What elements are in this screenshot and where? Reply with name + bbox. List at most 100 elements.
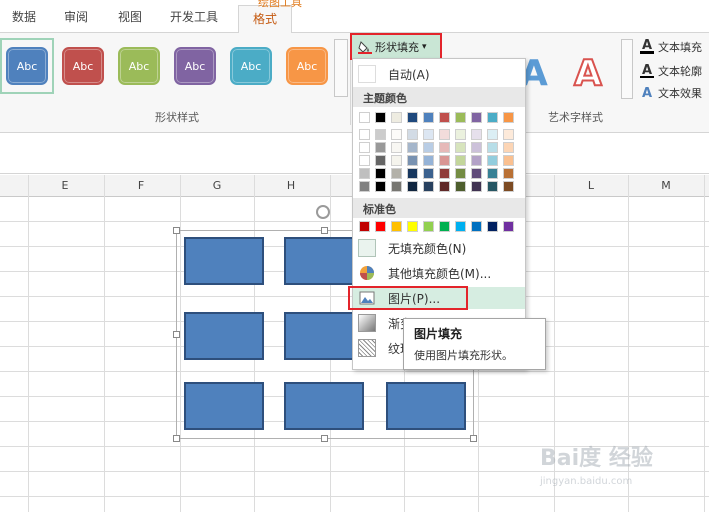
shape-style-swatch[interactable]: Abc bbox=[6, 47, 48, 85]
theme-color-cell[interactable] bbox=[423, 112, 434, 123]
standard-color-cell[interactable] bbox=[391, 221, 402, 232]
standard-color-cell[interactable] bbox=[487, 221, 498, 232]
theme-color-cell[interactable] bbox=[359, 181, 370, 192]
text-outline-command[interactable]: A 文本轮廓 bbox=[640, 63, 702, 79]
resize-handle[interactable] bbox=[321, 435, 328, 442]
column-header[interactable]: L bbox=[553, 179, 629, 192]
theme-color-cell[interactable] bbox=[471, 129, 482, 140]
rectangle-shape[interactable] bbox=[386, 382, 466, 430]
theme-color-cell[interactable] bbox=[423, 142, 434, 153]
theme-color-cell[interactable] bbox=[359, 129, 370, 140]
theme-color-cell[interactable] bbox=[471, 112, 482, 123]
theme-color-cell[interactable] bbox=[503, 181, 514, 192]
theme-color-cell[interactable] bbox=[375, 181, 386, 192]
wordart-gallery-scrollbar[interactable] bbox=[621, 39, 633, 99]
style-gallery-scrollbar[interactable] bbox=[334, 39, 348, 97]
shape-style-swatch[interactable]: Abc bbox=[118, 47, 160, 85]
theme-color-cell[interactable] bbox=[375, 112, 386, 123]
theme-color-cell[interactable] bbox=[439, 142, 450, 153]
text-fill-command[interactable]: A 文本填充 bbox=[640, 38, 702, 55]
standard-color-cell[interactable] bbox=[359, 221, 370, 232]
resize-handle[interactable] bbox=[321, 227, 328, 234]
standard-color-cell[interactable] bbox=[471, 221, 482, 232]
theme-color-cell[interactable] bbox=[487, 155, 498, 166]
theme-color-cell[interactable] bbox=[423, 168, 434, 179]
theme-color-cell[interactable] bbox=[391, 181, 402, 192]
standard-color-cell[interactable] bbox=[503, 221, 514, 232]
tab-data[interactable]: 数据 bbox=[12, 8, 36, 25]
theme-color-cell[interactable] bbox=[391, 129, 402, 140]
menu-item-no-fill[interactable]: 无填充颜色(N) bbox=[353, 237, 525, 259]
theme-color-cell[interactable] bbox=[455, 168, 466, 179]
theme-color-cell[interactable] bbox=[407, 168, 418, 179]
theme-color-cell[interactable] bbox=[471, 168, 482, 179]
shape-style-swatch[interactable]: Abc bbox=[230, 47, 272, 85]
theme-color-cell[interactable] bbox=[503, 112, 514, 123]
standard-color-cell[interactable] bbox=[423, 221, 434, 232]
theme-color-cell[interactable] bbox=[359, 112, 370, 123]
theme-color-cell[interactable] bbox=[407, 129, 418, 140]
resize-handle[interactable] bbox=[173, 227, 180, 234]
theme-color-cell[interactable] bbox=[391, 155, 402, 166]
theme-color-cell[interactable] bbox=[391, 112, 402, 123]
theme-color-cell[interactable] bbox=[391, 142, 402, 153]
theme-color-cell[interactable] bbox=[487, 181, 498, 192]
theme-color-cell[interactable] bbox=[439, 129, 450, 140]
rectangle-shape[interactable] bbox=[184, 237, 264, 285]
resize-handle[interactable] bbox=[470, 435, 477, 442]
text-effects-command[interactable]: A 文本效果 bbox=[640, 85, 702, 101]
standard-color-cell[interactable] bbox=[439, 221, 450, 232]
shape-style-swatch[interactable]: Abc bbox=[286, 47, 328, 85]
column-header[interactable]: H bbox=[253, 179, 329, 192]
theme-color-cell[interactable] bbox=[423, 181, 434, 192]
rotate-handle[interactable] bbox=[316, 205, 330, 219]
menu-item-more-colors[interactable]: 其他填充颜色(M)... bbox=[353, 262, 525, 284]
theme-color-cell[interactable] bbox=[359, 168, 370, 179]
resize-handle[interactable] bbox=[173, 331, 180, 338]
theme-color-cell[interactable] bbox=[487, 168, 498, 179]
theme-color-cell[interactable] bbox=[471, 142, 482, 153]
theme-color-cell[interactable] bbox=[487, 129, 498, 140]
theme-color-cell[interactable] bbox=[487, 112, 498, 123]
theme-color-cell[interactable] bbox=[439, 155, 450, 166]
theme-color-cell[interactable] bbox=[375, 168, 386, 179]
theme-color-cell[interactable] bbox=[359, 142, 370, 153]
standard-color-cell[interactable] bbox=[375, 221, 386, 232]
menu-item-auto[interactable]: 自动(A) bbox=[353, 63, 525, 85]
theme-color-cell[interactable] bbox=[455, 155, 466, 166]
theme-color-cell[interactable] bbox=[423, 155, 434, 166]
theme-color-cell[interactable] bbox=[407, 112, 418, 123]
standard-color-cell[interactable] bbox=[407, 221, 418, 232]
tab-view[interactable]: 视图 bbox=[118, 8, 142, 25]
theme-color-cell[interactable] bbox=[471, 155, 482, 166]
theme-color-cell[interactable] bbox=[359, 155, 370, 166]
theme-color-cell[interactable] bbox=[439, 168, 450, 179]
theme-color-cell[interactable] bbox=[375, 129, 386, 140]
theme-color-cell[interactable] bbox=[375, 155, 386, 166]
resize-handle[interactable] bbox=[173, 435, 180, 442]
theme-color-cell[interactable] bbox=[487, 142, 498, 153]
theme-color-cell[interactable] bbox=[407, 142, 418, 153]
column-header[interactable]: G bbox=[179, 179, 255, 192]
theme-color-cell[interactable] bbox=[407, 181, 418, 192]
column-header[interactable]: M bbox=[628, 179, 704, 192]
theme-color-cell[interactable] bbox=[455, 142, 466, 153]
rectangle-shape[interactable] bbox=[184, 312, 264, 360]
column-header[interactable]: F bbox=[103, 179, 179, 192]
shape-fill-button[interactable]: 形状填充 ▾ bbox=[350, 33, 442, 60]
theme-color-cell[interactable] bbox=[471, 181, 482, 192]
tab-review[interactable]: 审阅 bbox=[64, 8, 88, 25]
tab-developer[interactable]: 开发工具 bbox=[170, 8, 218, 25]
theme-color-cell[interactable] bbox=[391, 168, 402, 179]
theme-color-cell[interactable] bbox=[455, 112, 466, 123]
shape-style-swatch[interactable]: Abc bbox=[174, 47, 216, 85]
theme-color-cell[interactable] bbox=[503, 168, 514, 179]
theme-color-cell[interactable] bbox=[423, 129, 434, 140]
column-header[interactable]: E bbox=[27, 179, 103, 192]
theme-color-cell[interactable] bbox=[439, 181, 450, 192]
wordart-style-red-outline[interactable]: A bbox=[573, 52, 603, 95]
theme-color-cell[interactable] bbox=[503, 129, 514, 140]
standard-color-cell[interactable] bbox=[455, 221, 466, 232]
theme-color-cell[interactable] bbox=[439, 112, 450, 123]
rectangle-shape[interactable] bbox=[184, 382, 264, 430]
